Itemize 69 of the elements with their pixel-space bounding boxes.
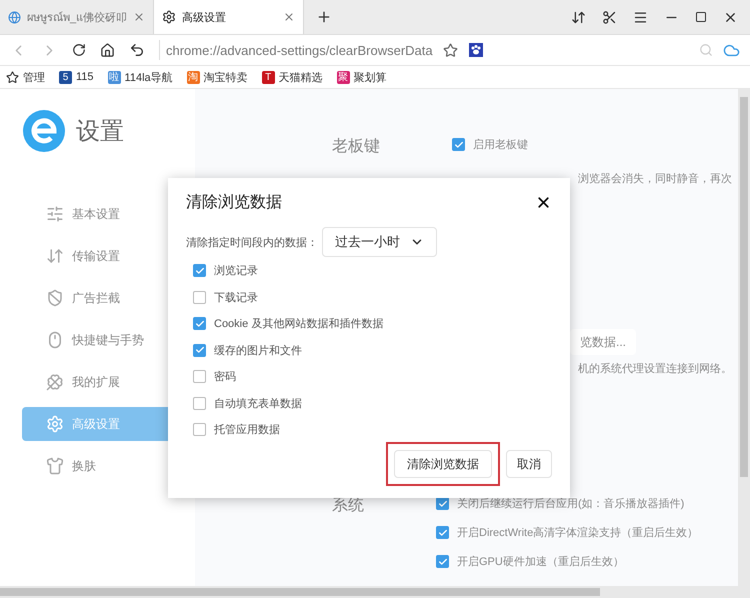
checkbox-label: 开启DirectWrite高清字体渲染支持（重启后生效）	[457, 526, 698, 540]
range-label: 清除指定时间段内的数据：	[186, 236, 318, 250]
star-icon[interactable]	[442, 42, 458, 58]
tab-title: 高级设置	[182, 10, 228, 24]
globe-icon	[8, 10, 21, 24]
sidebar-item[interactable]: 广告拦截	[22, 281, 195, 315]
clover-icon	[46, 373, 64, 391]
checkbox-label: 下载记录	[214, 290, 258, 304]
settings-title: 设置	[76, 117, 124, 147]
checkbox[interactable]	[436, 555, 449, 568]
shirt-icon	[46, 457, 64, 475]
paw-icon[interactable]	[468, 42, 484, 58]
checkbox[interactable]	[193, 264, 206, 277]
bookmark[interactable]: 管理	[6, 70, 45, 84]
checkbox[interactable]	[193, 317, 206, 330]
checkbox[interactable]	[193, 370, 206, 383]
bookmark[interactable]: T 天猫精选	[262, 70, 323, 84]
bookmark[interactable]: 啦 114la导航	[108, 70, 173, 84]
sliders-icon	[46, 205, 64, 223]
checkbox[interactable]	[436, 526, 449, 539]
mouse-icon	[46, 331, 64, 349]
dialog-title: 清除浏览数据	[186, 192, 282, 213]
scissors-icon[interactable]	[602, 10, 617, 24]
clear-data-button[interactable]: 览数据...	[570, 329, 636, 355]
checkbox[interactable]	[193, 423, 206, 436]
home-icon[interactable]	[100, 42, 115, 58]
undo-icon[interactable]	[129, 42, 145, 58]
sidebar-item[interactable]: 我的扩展	[22, 365, 195, 399]
scrollbar[interactable]	[738, 89, 750, 598]
checkbox-label: 自动填充表单数据	[214, 396, 302, 410]
browser-tab[interactable]: 高级设置	[154, 0, 304, 34]
bookmark[interactable]: 聚 聚划算	[336, 70, 387, 84]
tab-title: ผษษูรณ์พ_แ佛佼砑叩	[27, 10, 128, 26]
cancel-button[interactable]: 取消	[506, 450, 552, 478]
range-dropdown[interactable]: 过去一小时	[322, 227, 437, 257]
arrows-icon[interactable]	[571, 10, 586, 24]
hint-text: 浏览器会消失，同时静音，再次	[578, 173, 732, 185]
reload-icon[interactable]	[72, 43, 86, 57]
logo-icon	[22, 109, 66, 153]
arrows-icon	[46, 247, 64, 265]
checkbox[interactable]	[193, 396, 206, 410]
address-field[interactable]: chrome://advanced-settings/clearBrowserData	[166, 42, 433, 58]
scrollbar[interactable]	[0, 586, 738, 598]
clear-button[interactable]: 清除浏览数据	[394, 450, 492, 478]
checkbox-label: 开启GPU硬件加速（重启后生效）	[457, 554, 624, 569]
checkbox-label: 关闭后继续运行后台应用(如：音乐播放器插件)	[457, 496, 684, 511]
sidebar-item[interactable]: 换肤	[22, 449, 195, 483]
menu-icon[interactable]	[633, 10, 648, 24]
checkbox[interactable]	[436, 497, 449, 510]
checkbox-label: 启用老板键	[473, 138, 528, 152]
hint-text: 机的系统代理设置连接到网络。	[578, 363, 732, 375]
bookmark[interactable]: 5 115	[59, 70, 94, 84]
checkbox-label: 密码	[214, 370, 236, 384]
gear-icon	[162, 10, 176, 24]
star-icon	[6, 70, 19, 84]
checkbox[interactable]	[452, 138, 465, 151]
checkbox-label: 托管应用数据	[214, 422, 280, 437]
checkbox[interactable]	[193, 290, 206, 304]
checkbox-label: Cookie 及其他网站数据和插件数据	[214, 317, 384, 331]
maximize-icon[interactable]	[695, 11, 707, 23]
sidebar-item[interactable]: 快捷键与手势	[22, 323, 195, 357]
section-heading: 老板键	[332, 137, 380, 157]
search-icon[interactable]	[699, 43, 713, 57]
bookmark[interactable]: 淘 淘宝特卖	[186, 70, 248, 84]
checkbox-label: 浏览记录	[214, 264, 258, 278]
shield-icon	[46, 289, 64, 307]
checkbox[interactable]	[193, 344, 206, 356]
gear-icon	[46, 415, 64, 433]
checkbox-label: 缓存的图片和文件	[214, 344, 302, 358]
